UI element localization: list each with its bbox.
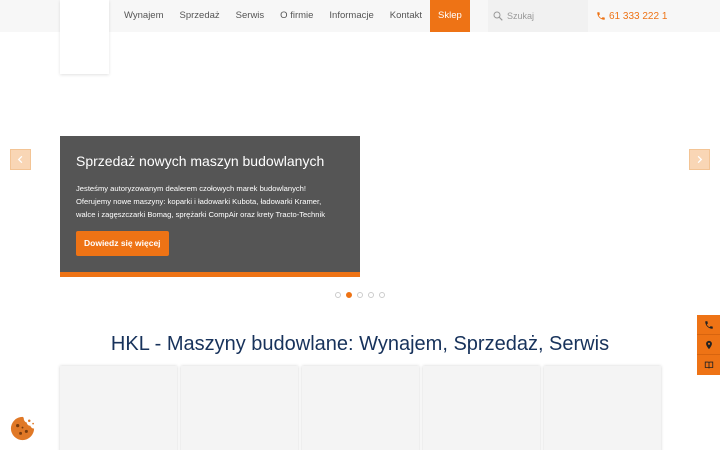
slider-dot[interactable]: [346, 292, 352, 298]
product-card[interactable]: [544, 366, 661, 450]
nav-item-kontakt[interactable]: Kontakt: [382, 0, 430, 32]
product-card[interactable]: [60, 366, 177, 450]
slider-next-button[interactable]: [689, 149, 710, 170]
slider-dot[interactable]: [357, 292, 363, 298]
hero-slide-card: Sprzedaż nowych maszyn budowlanych Jeste…: [60, 136, 360, 277]
map-pin-icon: [705, 340, 712, 349]
chevron-left-icon: [17, 155, 23, 164]
book-icon: [704, 361, 713, 369]
chevron-right-icon: [697, 155, 703, 164]
main-nav: Wynajem Sprzedaż Serwis O firmie Informacje K…: [116, 0, 470, 32]
product-card[interactable]: [302, 366, 419, 450]
slide-title: Sprzedaż nowych maszyn budowlanych: [76, 153, 325, 169]
slider-pagination: [335, 292, 385, 298]
nav-item-sklep[interactable]: Sklep: [430, 0, 470, 32]
product-card[interactable]: [423, 366, 540, 450]
phone-icon: [704, 320, 713, 329]
side-phone-button[interactable]: [697, 315, 720, 335]
side-contact-bar: [697, 315, 720, 375]
nav-item-serwis[interactable]: Serwis: [228, 0, 273, 32]
product-cards: [60, 366, 661, 450]
side-location-button[interactable]: [697, 335, 720, 355]
slider-dot[interactable]: [335, 292, 341, 298]
search-icon: [493, 11, 503, 21]
learn-more-button[interactable]: Dowiedz się więcej: [76, 231, 169, 256]
slide-description: Jesteśmy autoryzowanym dealerem czołowyc…: [76, 182, 344, 221]
phone-number: 61 333 222 1: [609, 10, 668, 22]
slide-text-line: walce i zagęszczarki Bomag, sprężarki Co…: [76, 210, 325, 219]
search-input[interactable]: [507, 11, 582, 21]
cookie-icon: [10, 416, 35, 441]
header-phone-link[interactable]: 61 333 222 1: [596, 0, 667, 32]
logo[interactable]: [60, 0, 109, 74]
nav-item-sprzedaz[interactable]: Sprzedaż: [172, 0, 228, 32]
phone-icon: [597, 12, 605, 20]
slide-text-line: Oferujemy nowe maszyny: koparki i ładowa…: [76, 197, 322, 206]
cookie-settings-button[interactable]: [9, 415, 36, 442]
page-title: HKL - Maszyny budowlane: Wynajem, Sprzed…: [110, 333, 610, 355]
product-card[interactable]: [181, 366, 298, 450]
slider-dot[interactable]: [368, 292, 374, 298]
nav-item-o-firmie[interactable]: O firmie: [272, 0, 321, 32]
slide-text-line: Jesteśmy autoryzowanym dealerem czołowyc…: [76, 184, 307, 193]
slider-prev-button[interactable]: [10, 149, 31, 170]
slider-dot[interactable]: [379, 292, 385, 298]
search-box[interactable]: [488, 0, 588, 32]
nav-item-informacje[interactable]: Informacje: [321, 0, 381, 32]
nav-item-wynajem[interactable]: Wynajem: [116, 0, 172, 32]
side-catalog-button[interactable]: [697, 355, 720, 375]
